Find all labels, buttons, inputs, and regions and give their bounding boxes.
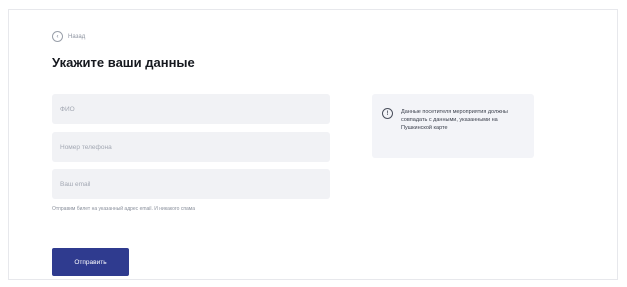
submit-button[interactable]: Отправить: [52, 248, 129, 276]
chevron-left-icon: ‹: [52, 31, 63, 42]
email-hint: Отправим билет на указанный адрес email.…: [52, 206, 196, 212]
notice-box: ! Данные посетителя мероприятия должны с…: [372, 94, 534, 158]
back-label: Назад: [68, 33, 86, 40]
info-icon: !: [382, 108, 393, 119]
full-name-field[interactable]: [52, 94, 330, 124]
email-field[interactable]: [52, 169, 330, 199]
back-link[interactable]: ‹ Назад: [52, 31, 85, 42]
phone-field[interactable]: [52, 132, 330, 162]
notice-text: Данные посетителя мероприятия должны сов…: [401, 109, 508, 131]
page-title: Укажите ваши данные: [52, 55, 195, 70]
